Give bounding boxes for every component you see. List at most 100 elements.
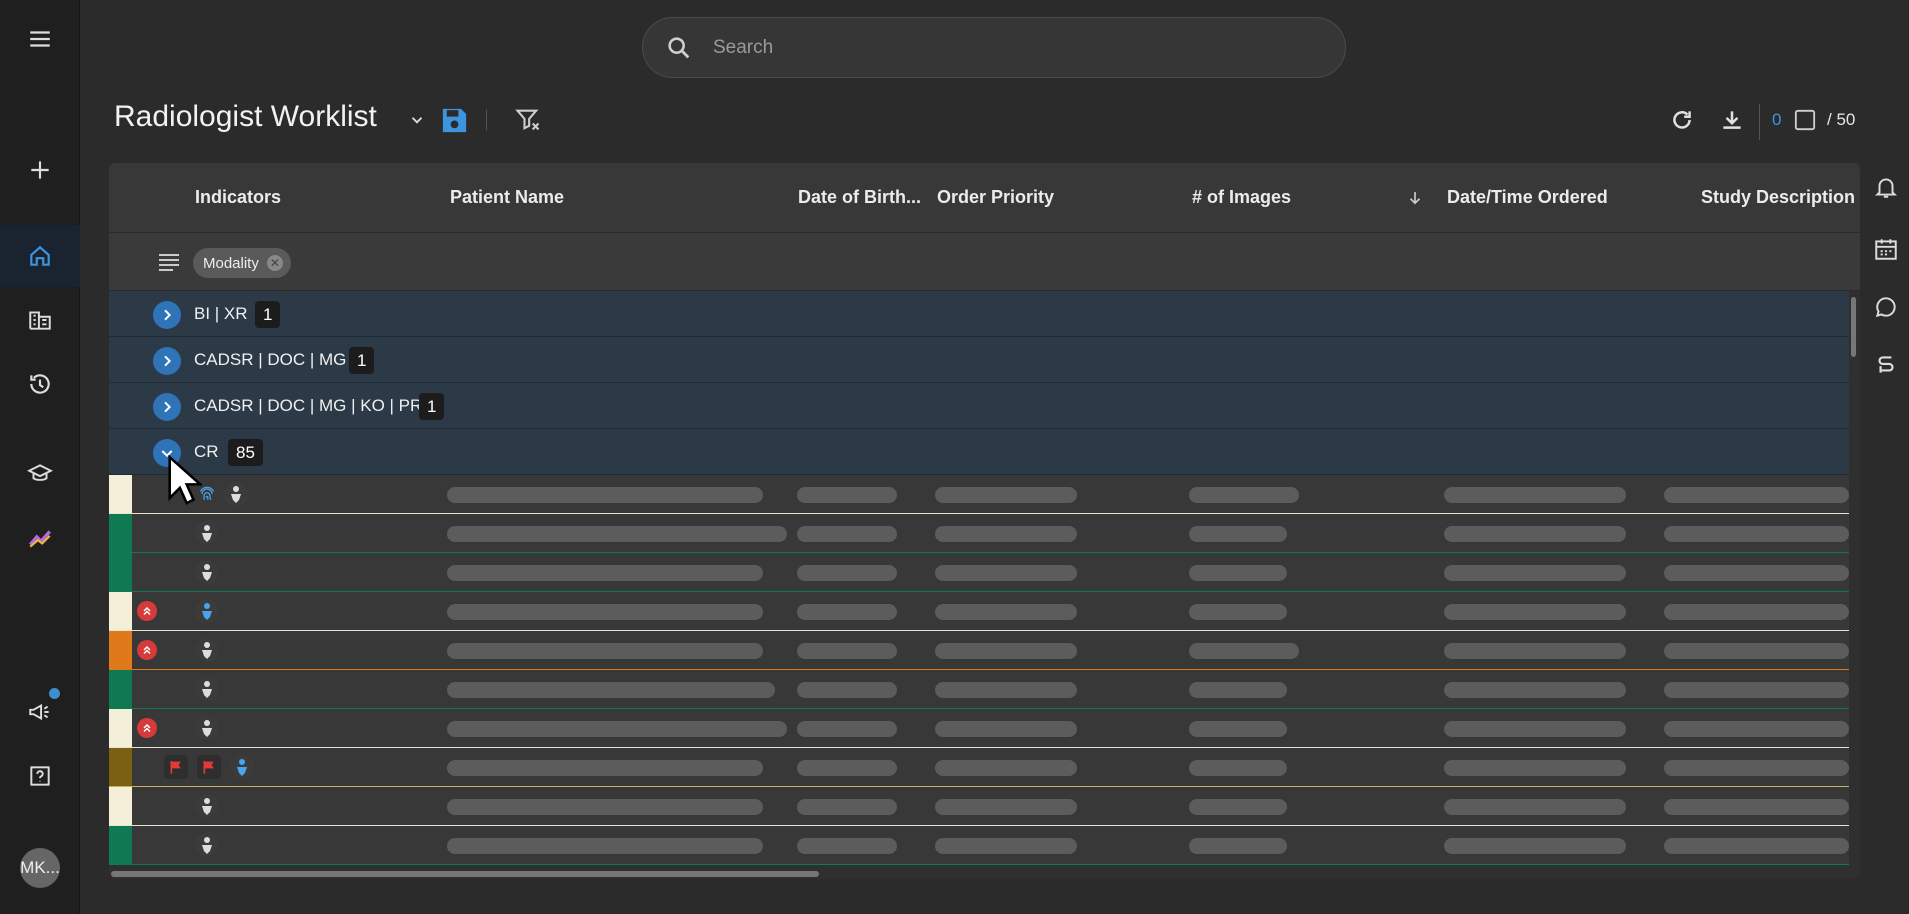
- left-nav: MK...: [0, 0, 80, 914]
- cell-placeholder: [935, 799, 1077, 815]
- cell-placeholder: [797, 565, 897, 581]
- expand-button[interactable]: [153, 301, 181, 329]
- cell-placeholder: [1189, 721, 1287, 737]
- vertical-scrollbar[interactable]: [1851, 297, 1856, 357]
- group-row[interactable]: CADSR | DOC | MG | KO | PR 1: [109, 383, 1849, 429]
- group-label: CADSR | DOC | MG: [194, 350, 347, 369]
- cell-placeholder: [1664, 838, 1849, 854]
- group-row-expanded[interactable]: CR 85: [109, 429, 1849, 475]
- cell-placeholder: [1444, 604, 1626, 620]
- grid-header: Indicators Patient Name Date of Birth...…: [109, 163, 1860, 233]
- cell-placeholder: [1189, 526, 1287, 542]
- home-icon: [30, 245, 50, 266]
- cell-placeholder: [797, 838, 897, 854]
- col-date-of-birth[interactable]: Date of Birth...: [798, 187, 921, 208]
- cell-placeholder: [1444, 682, 1626, 698]
- nav-analytics[interactable]: [0, 507, 80, 569]
- nav-history[interactable]: [0, 353, 80, 415]
- chat-button[interactable]: [1866, 287, 1906, 327]
- expand-button[interactable]: [153, 347, 181, 375]
- select-all-checkbox[interactable]: [1793, 108, 1817, 132]
- chat-icon: [1875, 297, 1896, 318]
- worklist-dropdown-button[interactable]: [405, 108, 429, 132]
- graduation-cap-icon: [27, 464, 53, 481]
- status-stripe: [109, 826, 132, 865]
- user-blue-icon: [195, 599, 219, 623]
- search-box[interactable]: [642, 17, 1346, 78]
- status-stripe: [109, 670, 132, 709]
- cell-placeholder: [447, 487, 763, 503]
- col-study-description[interactable]: Study Description: [1701, 187, 1855, 208]
- user-icon: [195, 521, 219, 545]
- cell-placeholder: [447, 643, 763, 659]
- add-button[interactable]: [0, 139, 80, 201]
- table-row[interactable]: [109, 670, 1849, 709]
- table-row[interactable]: [109, 826, 1849, 865]
- group-panel-button[interactable]: [156, 250, 182, 274]
- cell-placeholder: [935, 487, 1077, 503]
- download-button[interactable]: [1717, 105, 1747, 135]
- table-row[interactable]: [109, 631, 1849, 670]
- col-num-images[interactable]: # of Images: [1192, 187, 1291, 208]
- remove-chip-icon[interactable]: ✕: [266, 255, 283, 271]
- user-icon: [195, 716, 219, 740]
- checkbox-icon: [1794, 109, 1816, 131]
- announcements-button[interactable]: [0, 681, 80, 743]
- s-curve-icon: [1878, 356, 1894, 373]
- group-count: 85: [228, 439, 263, 466]
- col-indicators[interactable]: Indicators: [195, 187, 281, 208]
- group-count: 1: [419, 393, 445, 420]
- analytics-icon: [29, 530, 51, 548]
- cell-placeholder: [797, 721, 897, 737]
- integration-button[interactable]: [1866, 345, 1906, 385]
- group-count: 1: [255, 301, 281, 328]
- search-input[interactable]: [713, 36, 1273, 59]
- cell-placeholder: [935, 721, 1077, 737]
- menu-button[interactable]: [0, 8, 80, 70]
- table-row[interactable]: [109, 592, 1849, 631]
- cell-placeholder: [1664, 604, 1849, 620]
- cell-placeholder: [447, 838, 763, 854]
- table-row[interactable]: [109, 787, 1849, 826]
- notifications-button[interactable]: [1866, 167, 1906, 207]
- group-chip-modality[interactable]: Modality ✕: [193, 248, 291, 278]
- table-row[interactable]: [109, 475, 1849, 514]
- nav-worklists[interactable]: [0, 289, 80, 351]
- group-row[interactable]: CADSR | DOC | MG 1: [109, 337, 1849, 383]
- mouse-cursor-icon: [168, 455, 202, 505]
- help-button[interactable]: [0, 745, 80, 807]
- status-stripe: [109, 475, 132, 514]
- horizontal-scrollbar[interactable]: [111, 871, 819, 877]
- cell-placeholder: [935, 838, 1077, 854]
- clear-filters-button[interactable]: [512, 104, 544, 136]
- cell-placeholder: [935, 526, 1077, 542]
- col-patient-name[interactable]: Patient Name: [450, 187, 564, 208]
- table-row[interactable]: [109, 514, 1849, 553]
- calendar-button[interactable]: [1866, 229, 1906, 269]
- cell-placeholder: [447, 526, 787, 542]
- cell-placeholder: [1444, 565, 1626, 581]
- save-button[interactable]: [438, 104, 470, 136]
- expand-button[interactable]: [153, 393, 181, 421]
- status-stripe: [109, 514, 132, 553]
- sort-descending-button[interactable]: [1404, 187, 1426, 209]
- group-row[interactable]: BI | XR 1: [109, 291, 1849, 337]
- cell-placeholder: [1664, 760, 1849, 776]
- status-stripe: [109, 709, 132, 748]
- nav-teaching[interactable]: [0, 443, 80, 505]
- table-row[interactable]: [109, 709, 1849, 748]
- table-row[interactable]: [109, 748, 1849, 787]
- user-avatar[interactable]: MK...: [20, 848, 60, 888]
- nav-home[interactable]: [0, 225, 80, 287]
- user-icon: [195, 677, 219, 701]
- col-date-time-ordered[interactable]: Date/Time Ordered: [1447, 187, 1608, 208]
- row-divider: [109, 864, 1849, 865]
- col-order-priority[interactable]: Order Priority: [937, 187, 1054, 208]
- cell-placeholder: [1664, 643, 1849, 659]
- cell-placeholder: [797, 604, 897, 620]
- plus-icon: [31, 161, 49, 179]
- table-row[interactable]: [109, 553, 1849, 592]
- cell-placeholder: [1189, 799, 1287, 815]
- refresh-button[interactable]: [1667, 105, 1697, 135]
- total-count: / 50: [1827, 110, 1856, 129]
